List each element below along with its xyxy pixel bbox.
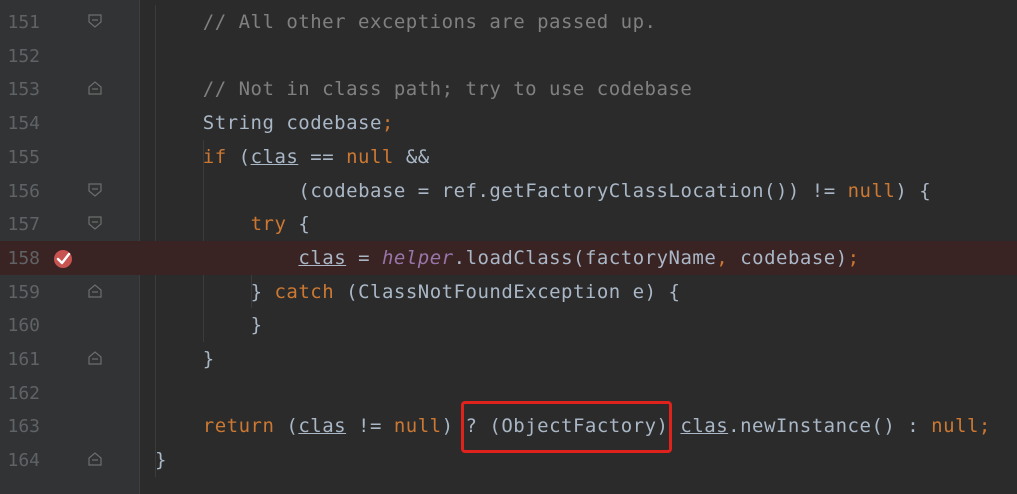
code-token: != <box>346 415 394 438</box>
line-number[interactable]: 156 <box>0 181 40 202</box>
code-token: if <box>202 145 239 168</box>
code-text[interactable]: } <box>251 314 263 336</box>
code-token: null <box>393 415 442 438</box>
code-line[interactable]: 161} <box>0 342 1017 376</box>
fold-end-icon[interactable] <box>88 216 102 230</box>
code-token: } <box>155 449 167 472</box>
code-line[interactable]: 157 try { <box>0 207 1017 241</box>
code-text[interactable]: if (clas == null && <box>203 146 430 168</box>
code-token: try <box>250 213 299 236</box>
line-number[interactable]: 164 <box>0 450 40 471</box>
code-token: ; <box>381 112 394 135</box>
code-token: , <box>716 246 741 269</box>
line-number[interactable]: 155 <box>0 147 40 168</box>
code-line[interactable]: 158 clas = helper.loadClass(factoryName, … <box>0 240 1017 275</box>
line-number[interactable]: 154 <box>0 113 40 134</box>
fold-start-icon[interactable] <box>88 351 102 365</box>
code-token: clas <box>298 415 347 438</box>
code-line[interactable]: 153 // Not in class path; try to use code… <box>0 72 1017 106</box>
code-token: clas <box>250 145 299 168</box>
code-token: } <box>250 314 263 337</box>
code-line[interactable]: 155 if (clas == null && <box>0 140 1017 174</box>
code-text[interactable]: String codebase; <box>203 112 394 134</box>
code-token: // All other exceptions are passed up. <box>202 11 657 33</box>
code-token: && <box>405 145 430 168</box>
code-token: String codebase <box>202 112 382 135</box>
code-token: .newInstance() : <box>728 415 932 438</box>
line-number[interactable]: 160 <box>0 315 40 336</box>
code-text[interactable]: clas = helper.loadClass(factoryName, cod… <box>298 247 859 269</box>
code-token: (ClassNotFoundException e) { <box>346 280 681 303</box>
code-text[interactable]: } catch (ClassNotFoundException e) { <box>251 281 681 303</box>
code-line[interactable]: 152 <box>0 39 1017 73</box>
fold-start-icon[interactable] <box>88 283 102 298</box>
line-number[interactable]: 153 <box>0 79 40 100</box>
code-text[interactable]: } <box>155 449 167 471</box>
code-token: null; <box>931 415 991 438</box>
code-token: helper <box>381 246 454 269</box>
code-editor[interactable]: 151 // All other exceptions are passed up… <box>0 0 1017 494</box>
code-token: .loadClass(factoryName <box>453 246 717 269</box>
code-line[interactable]: 159} catch (ClassNotFoundException e) { <box>0 275 1017 309</box>
line-number[interactable]: 152 <box>0 46 40 67</box>
fold-start-icon[interactable] <box>88 452 102 466</box>
code-line[interactable]: 156 (codebase = ref.getFactoryClassLocati… <box>0 174 1017 208</box>
code-token: return <box>202 415 287 438</box>
fold-start-icon[interactable] <box>88 81 102 95</box>
code-token: // Not in class path; try to use codebas… <box>202 78 693 101</box>
code-token: } <box>202 348 215 370</box>
breakpoint-check-icon[interactable] <box>53 249 73 269</box>
code-token: ; <box>847 246 860 269</box>
line-number[interactable]: 163 <box>0 416 40 437</box>
code-text[interactable]: // Not in class path; try to use codebas… <box>203 78 693 100</box>
code-text[interactable]: (codebase = ref.getFactoryClassLocation(… <box>298 180 931 202</box>
code-token: null <box>847 179 896 202</box>
code-token: catch <box>274 280 347 303</box>
code-token: { <box>298 213 311 236</box>
code-token: codebase) <box>740 246 848 269</box>
code-token: ( <box>286 415 299 438</box>
line-number[interactable]: 161 <box>0 349 40 370</box>
code-token: clas <box>680 415 729 438</box>
line-number[interactable]: 162 <box>0 383 40 404</box>
code-token: == <box>298 145 347 168</box>
code-token: ( <box>238 145 251 168</box>
code-line[interactable]: 154 String codebase; <box>0 106 1017 140</box>
code-token: (codebase = ref.getFactoryClassLocation(… <box>298 179 848 202</box>
code-text[interactable]: // All other exceptions are passed up. <box>203 11 657 33</box>
code-token: = <box>346 246 382 269</box>
fold-end-icon[interactable] <box>88 14 102 28</box>
code-token: clas <box>298 246 347 269</box>
line-number[interactable]: 151 <box>0 12 40 33</box>
code-token: ) { <box>895 179 932 202</box>
line-number[interactable]: 159 <box>0 282 40 303</box>
line-number[interactable]: 157 <box>0 214 40 235</box>
code-token: null <box>346 145 406 168</box>
line-number[interactable]: 158 <box>0 248 40 269</box>
code-text[interactable]: try { <box>251 213 311 235</box>
fold-end-icon[interactable] <box>88 182 102 197</box>
code-text[interactable]: } <box>203 348 215 370</box>
highlight-annotation-box <box>461 401 672 453</box>
code-line[interactable]: 160} <box>0 308 1017 342</box>
code-token: } <box>250 280 275 303</box>
code-line[interactable]: 151 // All other exceptions are passed up… <box>0 5 1017 39</box>
